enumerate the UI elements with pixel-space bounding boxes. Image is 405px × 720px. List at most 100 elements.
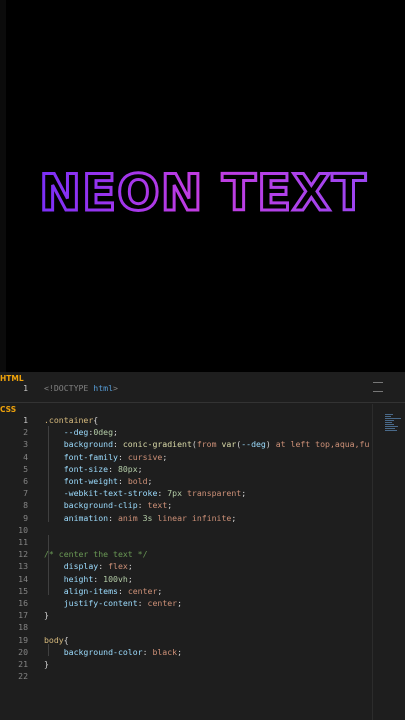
code-token: background xyxy=(63,439,114,450)
css-pane-tag: CSS xyxy=(0,405,17,414)
line-number: 3 xyxy=(23,439,28,450)
minimap[interactable] xyxy=(385,414,401,432)
line-number: 5 xyxy=(23,463,28,474)
line-number: 21 xyxy=(18,659,28,669)
code-token: .container xyxy=(44,415,94,425)
code-text[interactable]: background: conic-gradient(from var(--de… xyxy=(44,438,370,450)
code-text[interactable]: --deg:0deg; xyxy=(44,426,118,438)
code-token: /* center the text */ xyxy=(44,549,148,560)
code-text[interactable]: background-clip: text; xyxy=(44,499,172,511)
code-token: anim xyxy=(117,512,143,523)
code-token: : xyxy=(108,463,118,474)
code-token: text xyxy=(147,500,168,511)
code-text[interactable]: animation: anim 3s linear infinite; xyxy=(44,512,237,524)
code-token: : xyxy=(117,451,128,462)
code-token: linear infinite xyxy=(152,512,232,523)
code-text[interactable]: /* center the text */ xyxy=(44,548,148,560)
code-text[interactable]: <!DOCTYPE html> xyxy=(44,382,118,394)
line-number: 8 xyxy=(23,500,28,511)
code-token: center xyxy=(127,585,158,596)
code-text[interactable]: font-weight: bold; xyxy=(44,475,153,487)
code-token: --deg xyxy=(63,427,89,438)
html-editor-pane[interactable]: HTML 1 <!DOCTYPE html> xyxy=(0,372,405,403)
code-token: background-clip xyxy=(63,500,138,511)
code-token: var xyxy=(221,439,237,450)
line-number: 11 xyxy=(18,537,28,547)
code-token: cursive xyxy=(127,451,163,462)
code-text[interactable]: font-family: cursive; xyxy=(44,451,168,463)
code-token: : xyxy=(117,585,128,596)
line-number: 13 xyxy=(18,561,28,572)
code-token: ; xyxy=(167,500,173,511)
line-number: 4 xyxy=(23,451,28,462)
code-text[interactable]: display: flex; xyxy=(44,560,133,572)
code-token: center xyxy=(147,598,178,608)
code-text[interactable]: } xyxy=(44,609,49,621)
line-number: 12 xyxy=(18,549,28,560)
code-token: <!DOCTYPE xyxy=(44,383,94,393)
code-text[interactable]: -webkit-text-stroke: 7px transparent; xyxy=(44,487,246,499)
code-token: ; xyxy=(157,585,163,596)
code-editor[interactable]: HTML 1 <!DOCTYPE html> CSS 1 .container{2 … xyxy=(0,372,405,720)
code-token: : xyxy=(113,439,123,450)
line-number: 16 xyxy=(18,598,28,608)
code-token: : xyxy=(137,598,148,608)
code-token: ; xyxy=(177,646,183,657)
code-token: black xyxy=(152,646,178,657)
line-number: 17 xyxy=(18,610,28,621)
code-text[interactable]: height: 100vh; xyxy=(44,573,133,585)
neon-text-svg: NEON TEXT xyxy=(38,163,367,223)
code-token: : xyxy=(117,476,128,486)
line-number: 15 xyxy=(18,585,28,596)
code-token: html xyxy=(93,383,114,393)
code-token: -webkit-text-stroke xyxy=(63,488,158,499)
code-token: ; xyxy=(231,512,237,523)
code-token: : xyxy=(108,512,118,523)
code-token: body xyxy=(44,634,64,645)
code-token: font-family xyxy=(63,451,118,462)
vertical-scrollbar[interactable] xyxy=(372,404,373,720)
code-token: align-items xyxy=(63,585,118,596)
code-token: display xyxy=(63,561,99,572)
code-text[interactable]: body{ xyxy=(44,634,69,646)
code-token: ; xyxy=(113,427,118,438)
preview-panel: NEON TEXT xyxy=(0,0,405,372)
code-token: ; xyxy=(241,488,247,499)
code-text[interactable]: font-size: 80px; xyxy=(44,463,143,475)
code-token: { xyxy=(93,415,99,425)
code-text[interactable]: align-items: center; xyxy=(44,585,163,597)
code-text[interactable]: justify-content: center; xyxy=(44,597,182,609)
code-token: 0deg xyxy=(93,427,114,438)
line-number: 9 xyxy=(23,512,28,523)
code-text[interactable]: .container{ xyxy=(44,414,98,426)
code-token: 7px xyxy=(167,488,183,499)
code-token: conic-gradient xyxy=(122,439,192,450)
code-token: { xyxy=(63,634,69,645)
line-number: 22 xyxy=(18,671,28,682)
code-token: : xyxy=(142,646,153,657)
code-token: : xyxy=(137,500,148,511)
code-token: } xyxy=(44,610,49,621)
code-text[interactable]: background-color: black; xyxy=(44,646,182,658)
code-token: ; xyxy=(137,463,143,474)
code-token: : xyxy=(98,561,109,572)
code-text[interactable]: } xyxy=(44,658,49,670)
code-token: transparent xyxy=(182,488,242,499)
css-editor-pane[interactable]: CSS 1 .container{2 --deg:0deg; 3 backgroun… xyxy=(0,404,405,720)
code-token: from xyxy=(196,439,222,450)
line-number: 6 xyxy=(23,476,28,486)
line-number: 20 xyxy=(18,646,28,657)
minimap-icon[interactable] xyxy=(373,382,383,392)
line-number: 1 xyxy=(23,383,28,393)
code-token: : xyxy=(157,488,168,499)
